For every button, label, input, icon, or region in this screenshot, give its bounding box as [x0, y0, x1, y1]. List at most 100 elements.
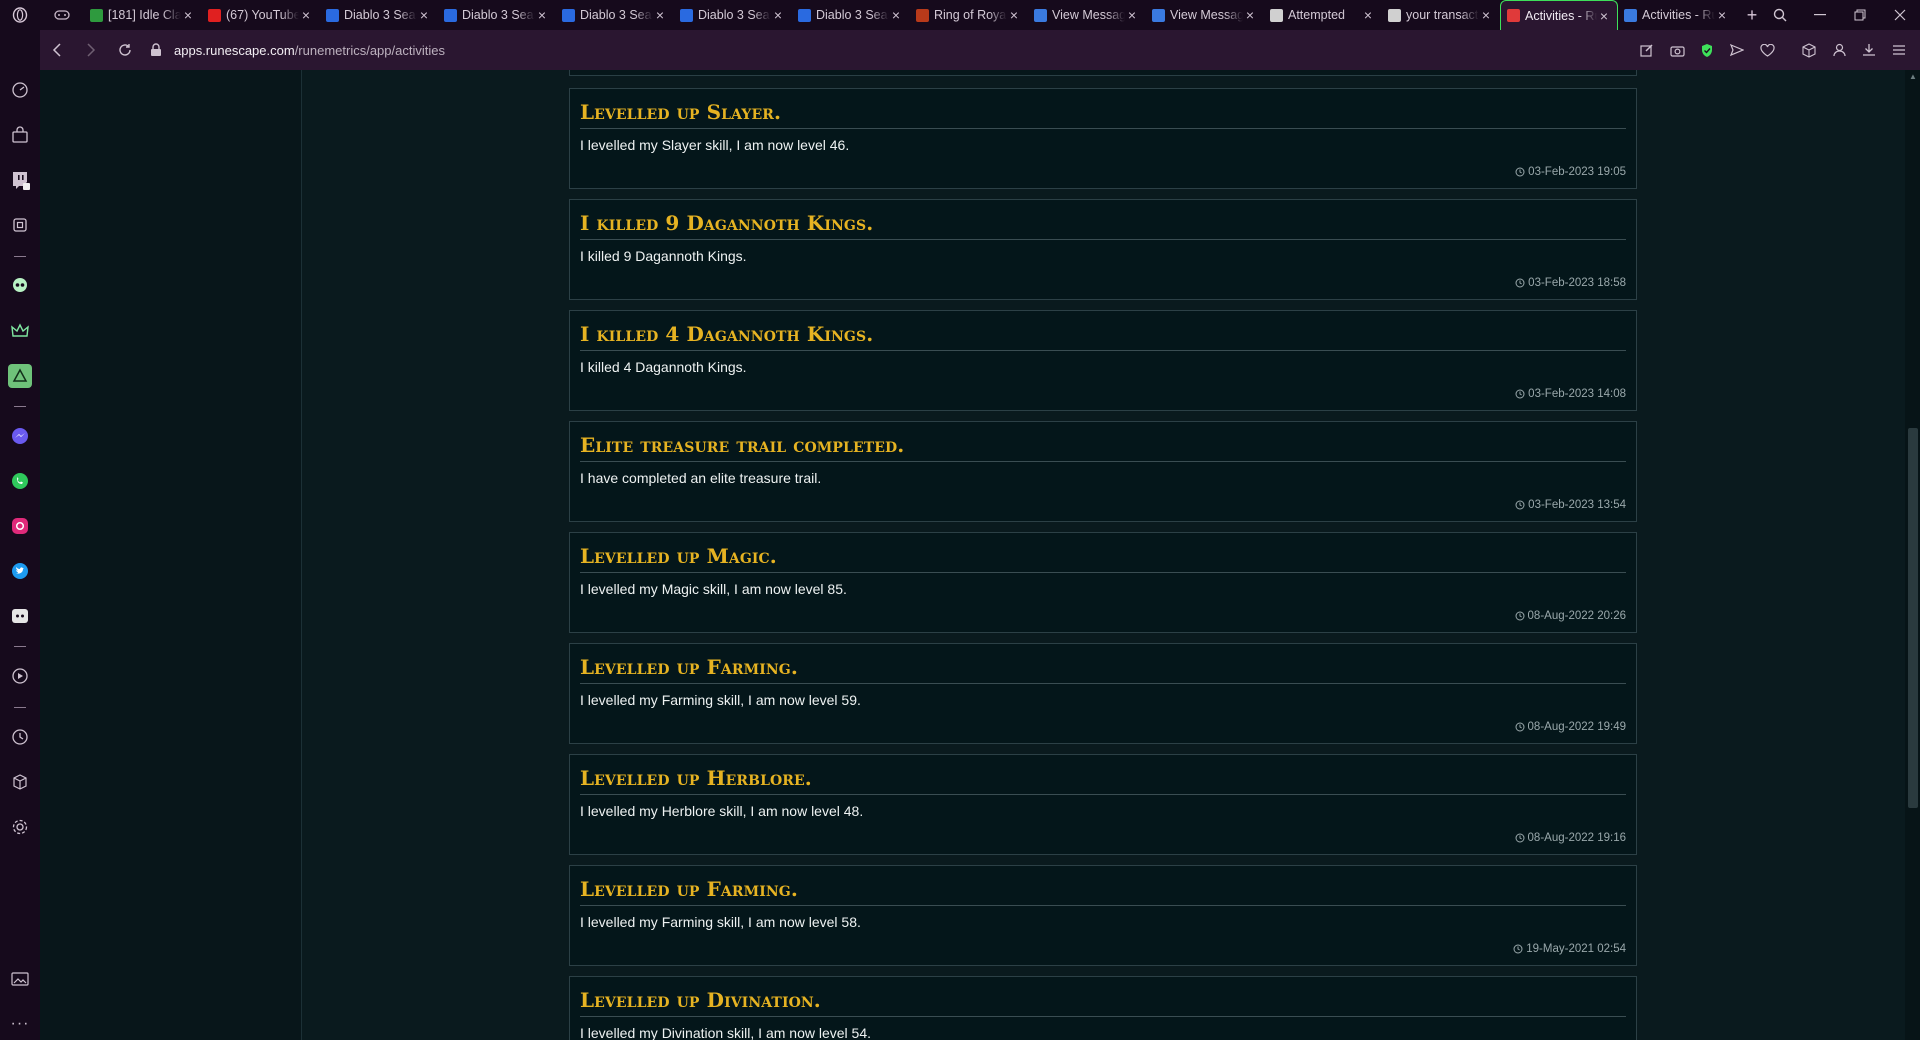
tab[interactable]: (67) YouTube × [202, 0, 320, 30]
tab-close-icon[interactable]: × [417, 7, 431, 23]
sidebar-separator [14, 406, 26, 407]
download-icon[interactable] [1856, 37, 1882, 63]
discord-icon[interactable] [8, 604, 32, 628]
send-icon[interactable] [1724, 37, 1750, 63]
activity-card: I killed 4 Dagannoth Kings. I killed 4 Da… [569, 310, 1637, 411]
tab-close-icon[interactable]: × [889, 7, 903, 23]
clock-icon [1515, 500, 1525, 510]
sidebar-separator [14, 707, 26, 708]
clock-icon [1515, 722, 1525, 732]
tab[interactable]: View Message × [1146, 0, 1264, 30]
twitter-icon[interactable] [8, 559, 32, 583]
tab[interactable]: Diablo 3 Seasons× [674, 0, 792, 30]
scroll-up-icon[interactable]: ▲ [1908, 72, 1918, 84]
speed-dial-icon[interactable] [8, 78, 32, 102]
shield-icon[interactable] [1694, 37, 1720, 63]
activity-title: Levelled up Magic. [580, 543, 1626, 573]
tab-title: View Message [1052, 8, 1125, 22]
extensions-icon[interactable] [8, 770, 32, 794]
profile-icon[interactable] [1826, 37, 1852, 63]
forward-button[interactable] [74, 30, 108, 70]
settings-icon[interactable] [8, 815, 32, 839]
tab[interactable]: Attempted × [1264, 0, 1382, 30]
activity-text: I have completed an elite treasure trail… [580, 470, 822, 486]
page-content: Levelled up Slayer. I levelled my Slayer … [40, 70, 1920, 1040]
tab-close-icon[interactable]: × [1361, 7, 1375, 23]
tab-close-icon[interactable]: × [1597, 8, 1611, 24]
skull-icon[interactable] [8, 274, 32, 298]
tab-title: Activities - RuneMetrics [1525, 8, 1597, 23]
messenger-icon[interactable] [8, 424, 32, 448]
scrollbar[interactable]: ▲ [1905, 70, 1920, 1040]
tab[interactable]: your transaction× [1382, 0, 1500, 30]
heart-icon[interactable] [1754, 37, 1780, 63]
tab-favicon-icon [90, 8, 103, 22]
tab[interactable]: Diablo 3 Seasons× [792, 0, 910, 30]
opera-logo-icon[interactable] [0, 0, 40, 30]
scrollbar-thumb[interactable] [1908, 428, 1918, 808]
player-icon[interactable] [8, 664, 32, 688]
tab[interactable]: View Message × [1028, 0, 1146, 30]
tab-close-icon[interactable]: × [1715, 7, 1729, 23]
twitch-icon[interactable] [8, 168, 32, 192]
activity-timestamp: 03-Feb-2023 19:05 [1515, 166, 1626, 178]
activity-card: Levelled up Farming. I levelled my Farmin… [569, 865, 1637, 966]
tab[interactable]: Diablo 3 Seasons× [320, 0, 438, 30]
activity-card: I killed 9 Dagannoth Kings. I killed 9 Da… [569, 199, 1637, 300]
tab-strip: [181] Idle Clans×(67) YouTube×Diablo 3 S… [0, 0, 1920, 30]
activity-timestamp: 03-Feb-2023 13:54 [1515, 499, 1626, 511]
tab-close-icon[interactable]: × [1007, 7, 1021, 23]
wallpaper-icon[interactable] [8, 967, 32, 991]
activity-card: Levelled up Slayer. I levelled my Slayer … [569, 88, 1637, 189]
workspace-icon[interactable] [8, 364, 32, 388]
reload-button[interactable] [108, 30, 142, 70]
search-tabs-icon[interactable] [1760, 0, 1800, 30]
tab-close-icon[interactable]: × [653, 7, 667, 23]
cube-icon[interactable] [1796, 37, 1822, 63]
shopping-icon[interactable] [8, 123, 32, 147]
tab[interactable]: Diablo 3 Seasons× [556, 0, 674, 30]
gamepad-icon[interactable] [40, 0, 84, 30]
tab[interactable]: [181] Idle Clans× [84, 0, 202, 30]
activity-date: 08-Aug-2022 19:49 [1527, 721, 1626, 733]
tab-title: Diablo 3 Seasons [698, 8, 771, 22]
history-icon[interactable] [8, 725, 32, 749]
clock-icon [1513, 944, 1523, 954]
tab-title: Diablo 3 Seasons [580, 8, 653, 22]
tab[interactable]: Activities - RuneMetrics× [1500, 0, 1618, 30]
tab-title: your transaction [1406, 8, 1479, 22]
whatsapp-icon[interactable] [8, 469, 32, 493]
tab[interactable]: Ring of Royal Grandeur× [910, 0, 1028, 30]
tab-close-icon[interactable]: × [1125, 7, 1139, 23]
tab-close-icon[interactable]: × [181, 7, 195, 23]
activity-title: Elite treasure trail completed. [580, 432, 1626, 462]
activity-text: I levelled my Slayer skill, I am now lev… [580, 137, 850, 153]
tab-close-icon[interactable]: × [1479, 7, 1493, 23]
restore-button[interactable] [1840, 0, 1880, 30]
back-button[interactable] [40, 30, 74, 70]
tab-list: [181] Idle Clans×(67) YouTube×Diablo 3 S… [84, 0, 1736, 30]
clock-icon [1515, 278, 1525, 288]
tab-title: [181] Idle Clans [108, 8, 181, 22]
activity-timestamp: 03-Feb-2023 18:58 [1515, 277, 1626, 289]
tab-title: Activities - RuneMetrics [1642, 8, 1715, 22]
more-icon[interactable]: ··· [8, 1012, 32, 1036]
tab[interactable]: Diablo 3 Seasons× [438, 0, 556, 30]
instagram-icon[interactable] [8, 514, 32, 538]
tab-close-icon[interactable]: × [299, 7, 313, 23]
tab-close-icon[interactable]: × [1243, 7, 1257, 23]
cpu-icon[interactable] [8, 213, 32, 237]
crown-icon[interactable] [8, 319, 32, 343]
activity-timestamp: 08-Aug-2022 19:49 [1515, 721, 1626, 733]
close-window-button[interactable] [1880, 0, 1920, 30]
url-field[interactable]: apps.runescape.com/runemetrics/app/activ… [150, 30, 445, 70]
tab[interactable]: Activities - RuneMetrics× [1618, 0, 1736, 30]
minimize-button[interactable] [1800, 0, 1840, 30]
tab-favicon-icon [1624, 8, 1637, 22]
activity-date: 08-Aug-2022 20:26 [1527, 610, 1626, 622]
menu-icon[interactable] [1886, 37, 1912, 63]
tab-close-icon[interactable]: × [771, 7, 785, 23]
camera-icon[interactable] [1664, 37, 1690, 63]
tab-close-icon[interactable]: × [535, 7, 549, 23]
edit-icon[interactable] [1634, 37, 1660, 63]
